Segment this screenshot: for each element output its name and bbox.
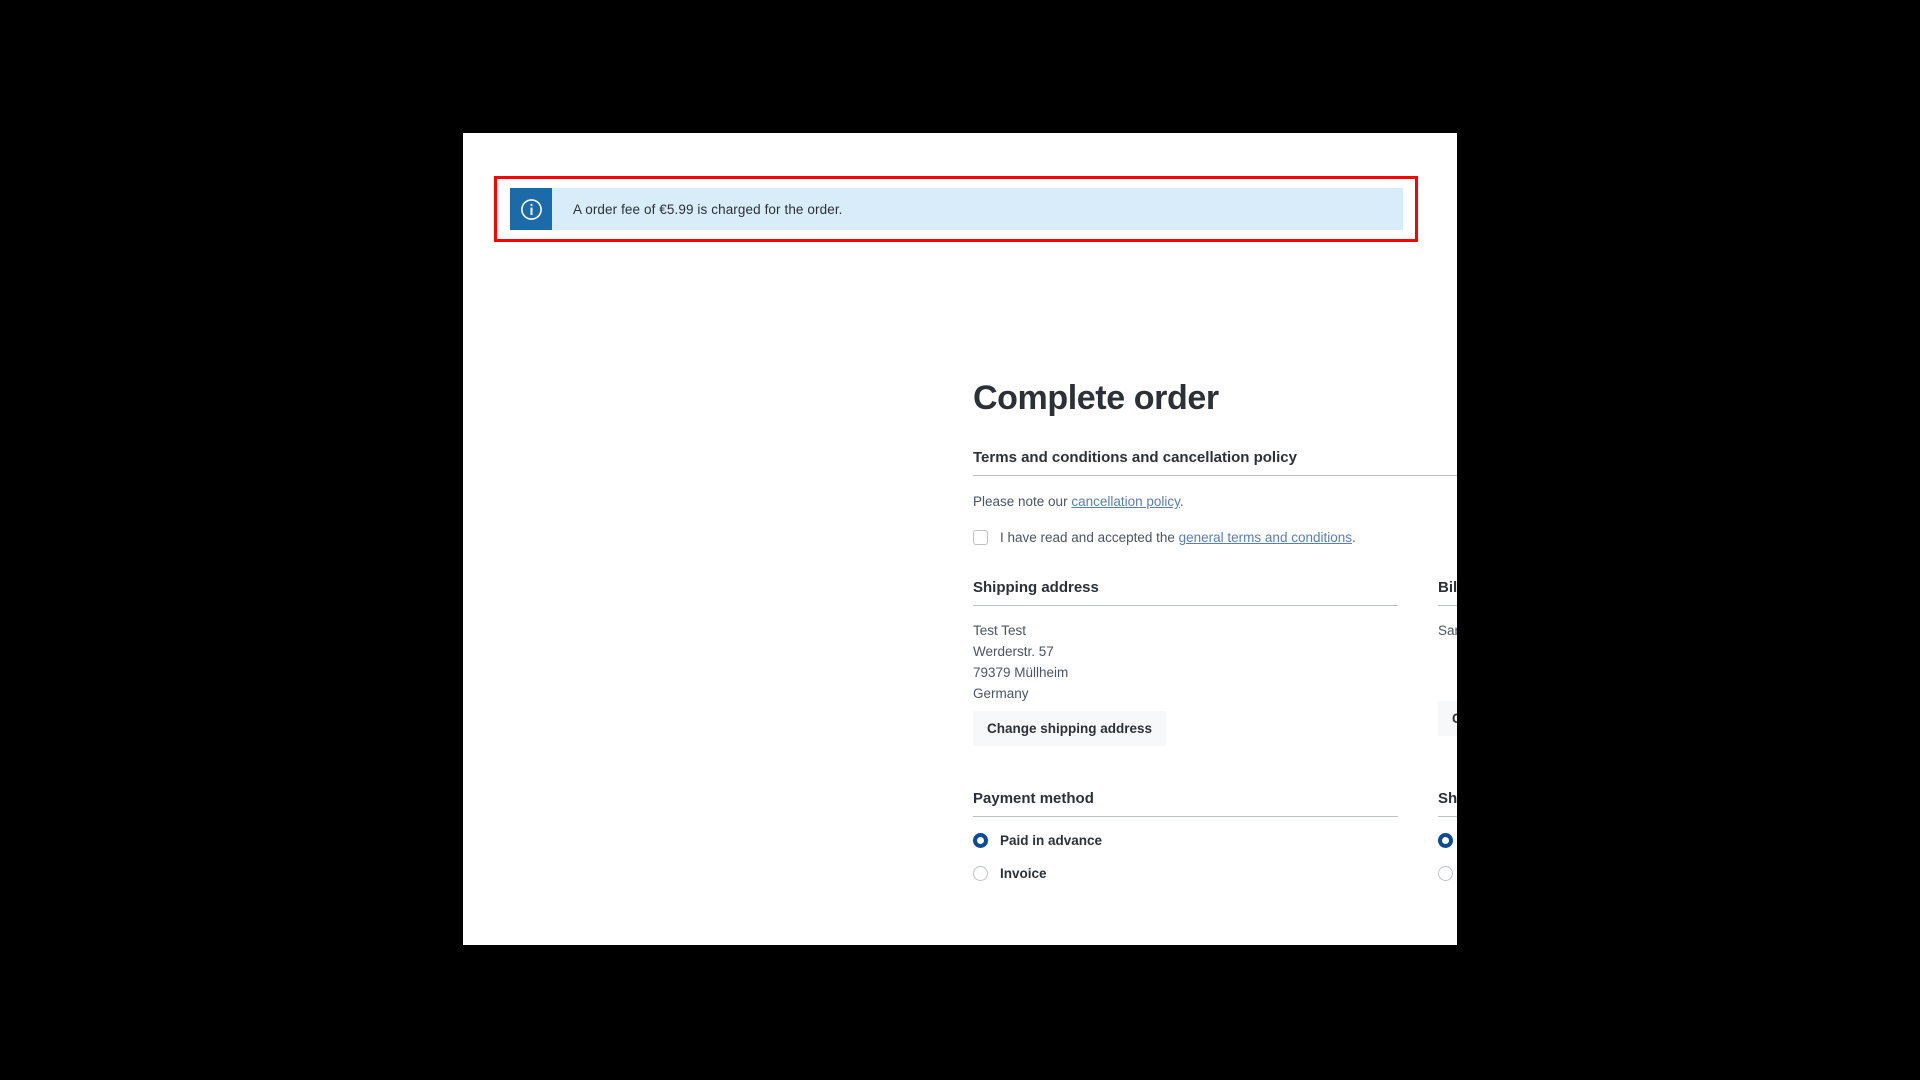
payment-option-paid-in-advance-label: Paid in advance <box>1000 833 1103 848</box>
payment-method-divider <box>973 816 1398 817</box>
payment-method-block: Payment method Paid in advance Invoice <box>973 790 1398 881</box>
order-fee-alert-message: A order fee of €5.99 is charged for the … <box>573 201 843 217</box>
screen: Complete order Terms and conditions and … <box>0 0 1920 1080</box>
page-title: Complete order <box>973 379 1219 417</box>
checkout-page-panel: Complete order Terms and conditions and … <box>463 133 1457 945</box>
payment-option-paid-in-advance-radio[interactable] <box>973 833 988 848</box>
shipping-option-express-radio[interactable] <box>1438 866 1453 881</box>
terms-checkbox-prefix: I have read and accepted the <box>1000 530 1179 545</box>
billing-address-heading: Billing address <box>1438 579 1457 596</box>
shipping-address-heading: Shipping address <box>973 579 1099 596</box>
terms-section: Terms and conditions and cancellation po… <box>973 449 1457 545</box>
change-billing-address-button[interactable]: Change billing address <box>1438 701 1457 736</box>
shipping-option-express[interactable]: Express <box>1438 866 1457 881</box>
shipping-address-line-1: Test Test <box>973 623 1027 638</box>
payment-method-heading: Payment method <box>973 790 1094 807</box>
shipping-address-block: Shipping address Test Test Werderstr. 57… <box>973 579 1398 746</box>
shipping-method-divider <box>1438 816 1457 817</box>
terms-heading: Terms and conditions and cancellation po… <box>973 449 1297 466</box>
billing-address-value: Same as shipping address <box>1438 623 1457 638</box>
terms-divider <box>973 475 1457 476</box>
info-circle-icon-glyph <box>520 198 542 220</box>
method-columns: Payment method Paid in advance Invoice S… <box>973 790 1457 881</box>
shipping-address-value: Test Test Werderstr. 57 79379 Müllheim G… <box>973 620 1398 704</box>
cancellation-note: Please note our cancellation policy. <box>973 494 1457 509</box>
payment-option-paid-in-advance[interactable]: Paid in advance <box>973 833 1398 848</box>
billing-spacer <box>1438 641 1457 694</box>
payment-option-invoice[interactable]: Invoice <box>973 866 1398 881</box>
address-columns: Shipping address Test Test Werderstr. 57… <box>973 579 1457 746</box>
shipping-method-heading: Shipping method <box>1438 790 1457 807</box>
shipping-address-line-3: 79379 Müllheim <box>973 665 1069 680</box>
terms-checkbox-suffix: . <box>1352 530 1356 545</box>
checkout-content: Complete order Terms and conditions and … <box>973 379 1457 945</box>
info-circle-icon <box>510 188 552 230</box>
billing-address-block: Billing address Same as shipping address… <box>1438 579 1457 746</box>
shipping-address-divider <box>973 605 1398 606</box>
shipping-option-standard-radio[interactable] <box>1438 833 1453 848</box>
change-shipping-address-button[interactable]: Change shipping address <box>973 711 1167 746</box>
order-fee-alert: A order fee of €5.99 is charged for the … <box>510 188 1403 230</box>
shipping-address-line-2: Werderstr. 57 <box>973 644 1054 659</box>
cancellation-note-suffix: . <box>1179 494 1184 509</box>
shipping-method-block: Shipping method Standard Express <box>1438 790 1457 881</box>
general-terms-link[interactable]: general terms and conditions <box>1179 530 1352 545</box>
terms-checkbox-label: I have read and accepted the general ter… <box>1000 530 1356 545</box>
shipping-option-standard[interactable]: Standard <box>1438 833 1457 848</box>
payment-option-invoice-label: Invoice <box>1000 866 1047 881</box>
cancellation-note-prefix: Please note our <box>973 494 1072 509</box>
cart-table-header: Product Quantity incl. VAT Subtotal <box>973 943 1457 945</box>
cancellation-policy-link[interactable]: cancellation policy <box>1071 494 1180 509</box>
billing-address-divider <box>1438 605 1457 606</box>
shipping-address-line-4: Germany <box>973 686 1029 701</box>
cart-table: Product Quantity incl. VAT Subtotal <box>973 943 1457 945</box>
column-header-quantity: Quantity <box>1342 943 1457 945</box>
terms-checkbox-row[interactable]: I have read and accepted the general ter… <box>973 530 1457 545</box>
column-header-product: Product <box>973 943 1342 945</box>
terms-checkbox[interactable] <box>973 530 988 545</box>
payment-option-invoice-radio[interactable] <box>973 866 988 881</box>
